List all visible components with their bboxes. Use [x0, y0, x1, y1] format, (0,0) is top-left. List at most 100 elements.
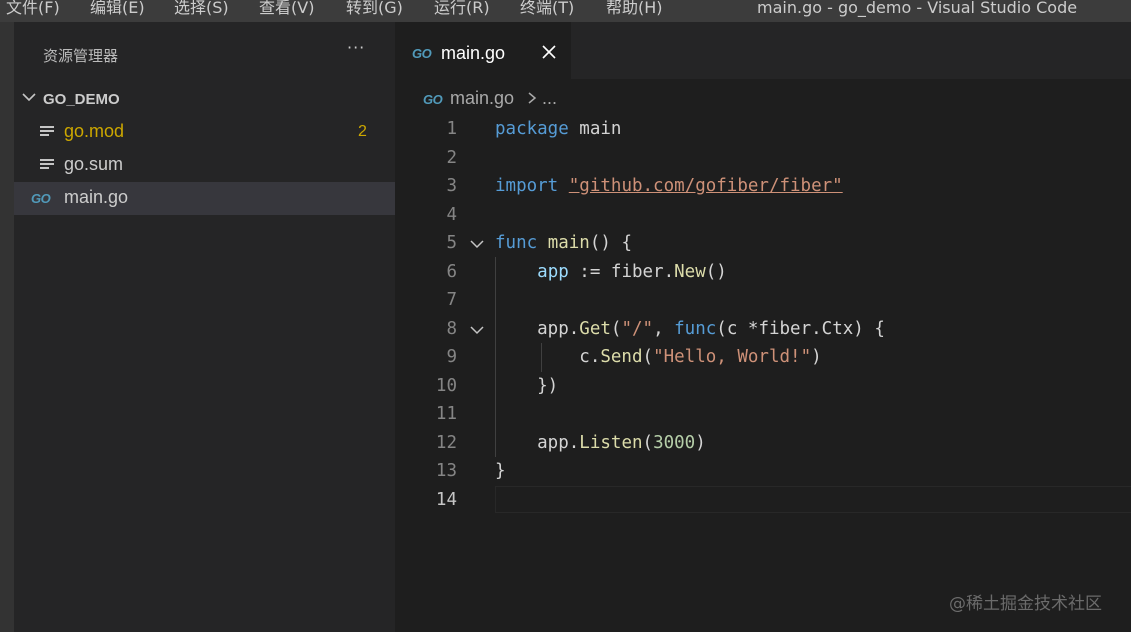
code-text: app := fiber.New() [495, 258, 727, 287]
code-line[interactable]: 5 func main() { [395, 229, 1131, 258]
code-token: Send [600, 347, 643, 367]
code-token: "Hello, World!" [653, 347, 812, 367]
file-item-go-mod[interactable]: go.mod 2 [14, 116, 395, 149]
menu-view[interactable]: 查看(V) [259, 0, 314, 19]
chevron-right-icon [528, 92, 537, 104]
code-line[interactable]: 9 c.Send("Hello, World!") [395, 343, 1131, 372]
line-number: 1 [446, 119, 457, 139]
code-token: () { [589, 233, 633, 253]
code-line[interactable]: 4 [395, 201, 1131, 230]
code-token: }) [495, 375, 559, 396]
file-label: go.mod [64, 121, 125, 141]
file-label: main.go [64, 187, 129, 207]
close-icon[interactable] [540, 43, 558, 61]
code-text: }) [495, 372, 558, 401]
line-number: 10 [435, 375, 457, 396]
folder-name: GO_DEMO [43, 91, 120, 108]
code-token: import [495, 176, 559, 196]
code-line[interactable]: 7 [395, 286, 1131, 315]
file-item-go-sum[interactable]: go.sum [14, 149, 395, 182]
code-token: func [674, 318, 717, 339]
lines-icon [40, 126, 54, 140]
watermark: @稀土掘金技术社区 [949, 594, 1102, 614]
fold-chevron-icon[interactable] [469, 236, 485, 252]
code-text: } [495, 457, 506, 486]
code-token: Listen [579, 432, 643, 453]
code-token: package [495, 119, 569, 139]
line-number: 13 [435, 461, 457, 481]
explorer-title: 资源管理器 [43, 47, 119, 65]
menu-run[interactable]: 运行(R) [434, 0, 490, 19]
more-actions-icon[interactable]: ··· [347, 38, 365, 57]
code-token: app. [495, 432, 580, 453]
code-token: := fiber. [568, 261, 675, 282]
code-editor[interactable]: 1 package main 2 3 import "github.com/gofibe… [395, 115, 1131, 632]
code-text: import "github.com/gofiber/fiber" [495, 172, 843, 201]
tab-label: main.go [441, 43, 506, 63]
code-token: main [568, 119, 622, 139]
code-text: package main [495, 115, 621, 144]
go-icon: GO [423, 92, 443, 107]
menu-selection[interactable]: 选择(S) [174, 0, 229, 19]
line-number: 14 [435, 489, 457, 510]
window-title: main.go - go_demo - Visual Studio Code [757, 0, 1078, 17]
problem-count-badge: 2 [358, 123, 367, 140]
code-line[interactable]: 11 [395, 400, 1131, 429]
code-token: c. [495, 347, 601, 367]
code-token: app. [495, 318, 580, 339]
line-number: 3 [446, 176, 457, 196]
menu-edit[interactable]: 编辑(E) [90, 0, 145, 19]
code-line[interactable]: 14 [395, 486, 1131, 515]
line-number: 7 [446, 290, 457, 310]
menu-terminal[interactable]: 终端(T) [520, 0, 574, 19]
line-number: 5 [446, 233, 457, 253]
tab-main-go[interactable]: GO main.go [395, 22, 571, 79]
code-text: func main() { [495, 229, 632, 258]
line-number: 11 [435, 404, 457, 424]
go-icon: GO [412, 46, 432, 61]
folder-row[interactable]: GO_DEMO [14, 86, 395, 114]
code-line[interactable]: 10 }) [395, 372, 1131, 401]
line-number: 12 [435, 432, 457, 453]
line-number: 6 [446, 261, 457, 282]
code-text: app.Listen(3000) [495, 429, 706, 458]
lines-icon [40, 159, 54, 173]
breadcrumb-more[interactable]: ... [542, 88, 557, 109]
code-token: ) [811, 347, 822, 367]
code-token: ( [642, 347, 654, 367]
tab-bar: GO main.go [395, 22, 1131, 79]
file-label: go.sum [64, 154, 124, 174]
activity-bar [0, 22, 14, 632]
code-line[interactable]: 1 package main [395, 115, 1131, 144]
code-line[interactable]: 13} [395, 457, 1131, 486]
code-token: "github.com/gofiber/fiber" [568, 176, 843, 196]
line-number: 4 [446, 204, 457, 225]
code-line[interactable]: 2 [395, 144, 1131, 173]
code-token: ) [695, 432, 706, 453]
code-line[interactable]: 12 app.Listen(3000) [395, 429, 1131, 458]
code-line[interactable]: 6 app := fiber.New() [395, 258, 1131, 287]
code-text: c.Send("Hello, World!") [495, 343, 822, 372]
code-token: ( [642, 432, 654, 453]
line-number: 8 [446, 318, 457, 339]
code-text: app.Get("/", func(c *fiber.Ctx) { [495, 315, 885, 344]
breadcrumb: GO main.go ... [395, 79, 1131, 115]
file-item-main-go[interactable]: GO main.go [14, 182, 395, 215]
line-number: 2 [446, 147, 457, 168]
code-token: "/" [621, 318, 654, 339]
code-token: 3000 [653, 432, 696, 453]
explorer-sidebar: 资源管理器 ··· GO_DEMO go.mod 2 go.sum GO mai… [14, 22, 395, 632]
code-token: Get [579, 318, 611, 339]
code-line[interactable]: 8 app.Get("/", func(c *fiber.Ctx) { [395, 315, 1131, 344]
line-number: 9 [446, 347, 457, 367]
breadcrumb-file[interactable]: main.go [450, 88, 514, 109]
menu-help[interactable]: 帮助(H) [606, 0, 663, 19]
menu-file[interactable]: 文件(F) [6, 0, 60, 19]
fold-chevron-icon[interactable] [469, 322, 485, 338]
menu-go[interactable]: 转到(G) [346, 0, 403, 19]
chevron-down-icon [22, 93, 36, 102]
code-line[interactable]: 3 import "github.com/gofiber/fiber" [395, 172, 1131, 201]
